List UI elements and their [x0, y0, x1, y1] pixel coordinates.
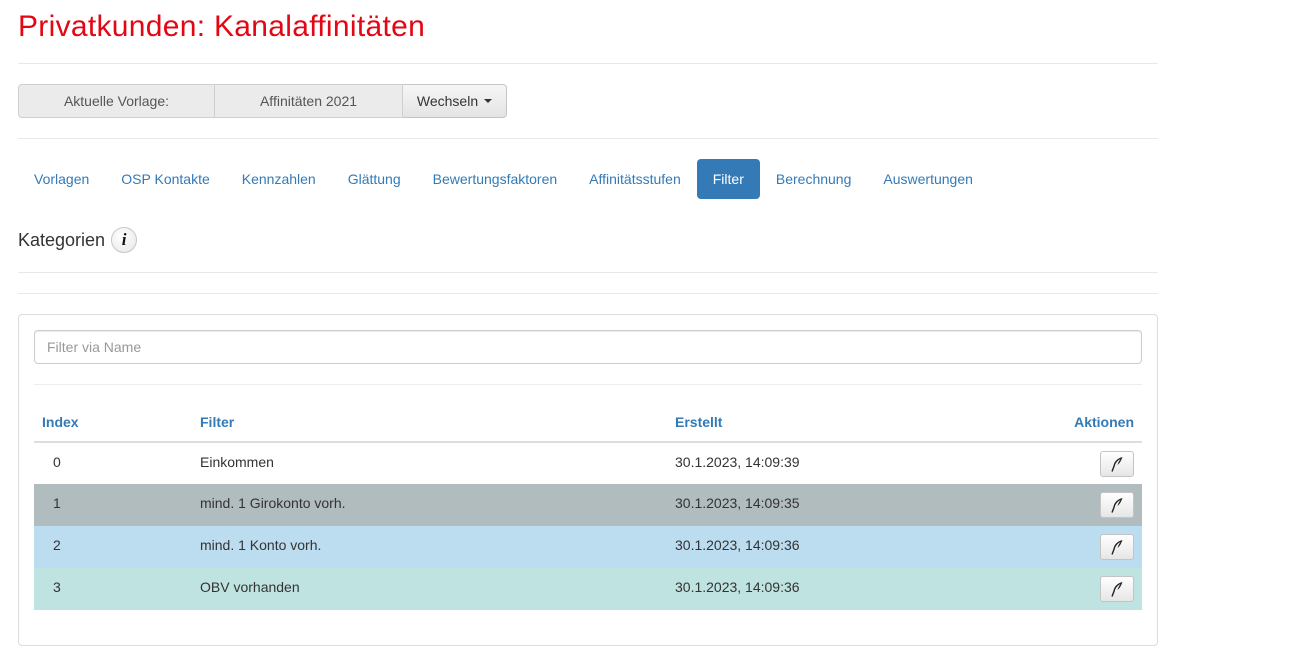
- row-filter-name: OBV vorhanden: [200, 579, 300, 595]
- row-actions: [1047, 442, 1142, 484]
- row-index: 3: [53, 579, 61, 595]
- divider: [18, 63, 1158, 64]
- row-index: 0: [53, 454, 61, 470]
- current-template-value: Affinitäten 2021: [215, 84, 403, 118]
- column-header-index[interactable]: Index: [34, 403, 192, 443]
- table-row[interactable]: 0 Einkommen 30.1.2023, 14:09:39: [34, 442, 1142, 484]
- current-template-label: Aktuelle Vorlage:: [18, 84, 215, 118]
- switch-template-label: Wechseln: [416, 93, 479, 109]
- row-index: 1: [53, 495, 61, 511]
- nav-item-affinitaetsstufen[interactable]: Affinitätsstufen: [573, 159, 697, 199]
- nav-item-osp-kontakte[interactable]: OSP Kontakte: [105, 159, 225, 199]
- row-actions: [1047, 484, 1142, 526]
- edit-button[interactable]: [1100, 534, 1134, 560]
- row-index: 2: [53, 537, 61, 553]
- row-created: 30.1.2023, 14:09:39: [675, 454, 800, 470]
- row-created: 30.1.2023, 14:09:35: [675, 495, 800, 511]
- edit-button[interactable]: [1100, 451, 1134, 477]
- table-header-row: Index Filter Erstellt Aktionen: [34, 403, 1142, 443]
- filter-name-input[interactable]: [34, 330, 1142, 364]
- feather-edit-icon: [1111, 582, 1123, 597]
- filter-table: Index Filter Erstellt Aktionen 0 Einkomm…: [34, 403, 1142, 610]
- edit-button[interactable]: [1100, 576, 1134, 602]
- nav-item-berechnung[interactable]: Berechnung: [760, 159, 868, 199]
- row-filter-name: mind. 1 Konto vorh.: [200, 537, 322, 553]
- row-created: 30.1.2023, 14:09:36: [675, 537, 800, 553]
- table-row[interactable]: 2 mind. 1 Konto vorh. 30.1.2023, 14:09:3…: [34, 526, 1142, 568]
- switch-template-button[interactable]: Wechseln: [403, 84, 507, 118]
- row-filter-name: mind. 1 Girokonto vorh.: [200, 495, 346, 511]
- edit-button[interactable]: [1100, 492, 1134, 518]
- main-nav: Vorlagen OSP Kontakte Kennzahlen Glättun…: [18, 159, 989, 199]
- table-row[interactable]: 1 mind. 1 Girokonto vorh. 30.1.2023, 14:…: [34, 484, 1142, 526]
- column-header-created[interactable]: Erstellt: [667, 403, 1047, 443]
- column-header-filter[interactable]: Filter: [192, 403, 667, 443]
- row-filter-name: Einkommen: [200, 454, 274, 470]
- filter-panel: Index Filter Erstellt Aktionen 0 Einkomm…: [18, 314, 1158, 646]
- nav-item-kennzahlen[interactable]: Kennzahlen: [226, 159, 332, 199]
- template-bar: Aktuelle Vorlage: Affinitäten 2021 Wechs…: [18, 84, 507, 118]
- nav-item-auswertungen[interactable]: Auswertungen: [867, 159, 989, 199]
- table-row[interactable]: 3 OBV vorhanden 30.1.2023, 14:09:36: [34, 568, 1142, 610]
- info-icon[interactable]: i: [111, 227, 138, 253]
- divider: [18, 293, 1158, 294]
- page-title: Privatkunden: Kanalaffinitäten: [18, 10, 426, 43]
- row-actions: [1047, 568, 1142, 610]
- row-created: 30.1.2023, 14:09:36: [675, 579, 800, 595]
- section-heading: Kategorien i: [18, 227, 138, 253]
- divider: [18, 272, 1158, 273]
- feather-edit-icon: [1111, 498, 1123, 513]
- caret-down-icon: [484, 99, 493, 103]
- nav-item-filter[interactable]: Filter: [696, 159, 760, 199]
- section-title: Kategorien: [18, 229, 106, 250]
- divider: [34, 384, 1142, 385]
- column-header-actions: Aktionen: [1047, 403, 1142, 443]
- nav-item-bewertungsfaktoren[interactable]: Bewertungsfaktoren: [417, 159, 574, 199]
- row-actions: [1047, 526, 1142, 568]
- nav-item-glaettung[interactable]: Glättung: [332, 159, 417, 199]
- divider: [18, 138, 1158, 139]
- feather-edit-icon: [1111, 540, 1123, 555]
- nav-item-vorlagen[interactable]: Vorlagen: [18, 159, 105, 199]
- feather-edit-icon: [1111, 457, 1123, 472]
